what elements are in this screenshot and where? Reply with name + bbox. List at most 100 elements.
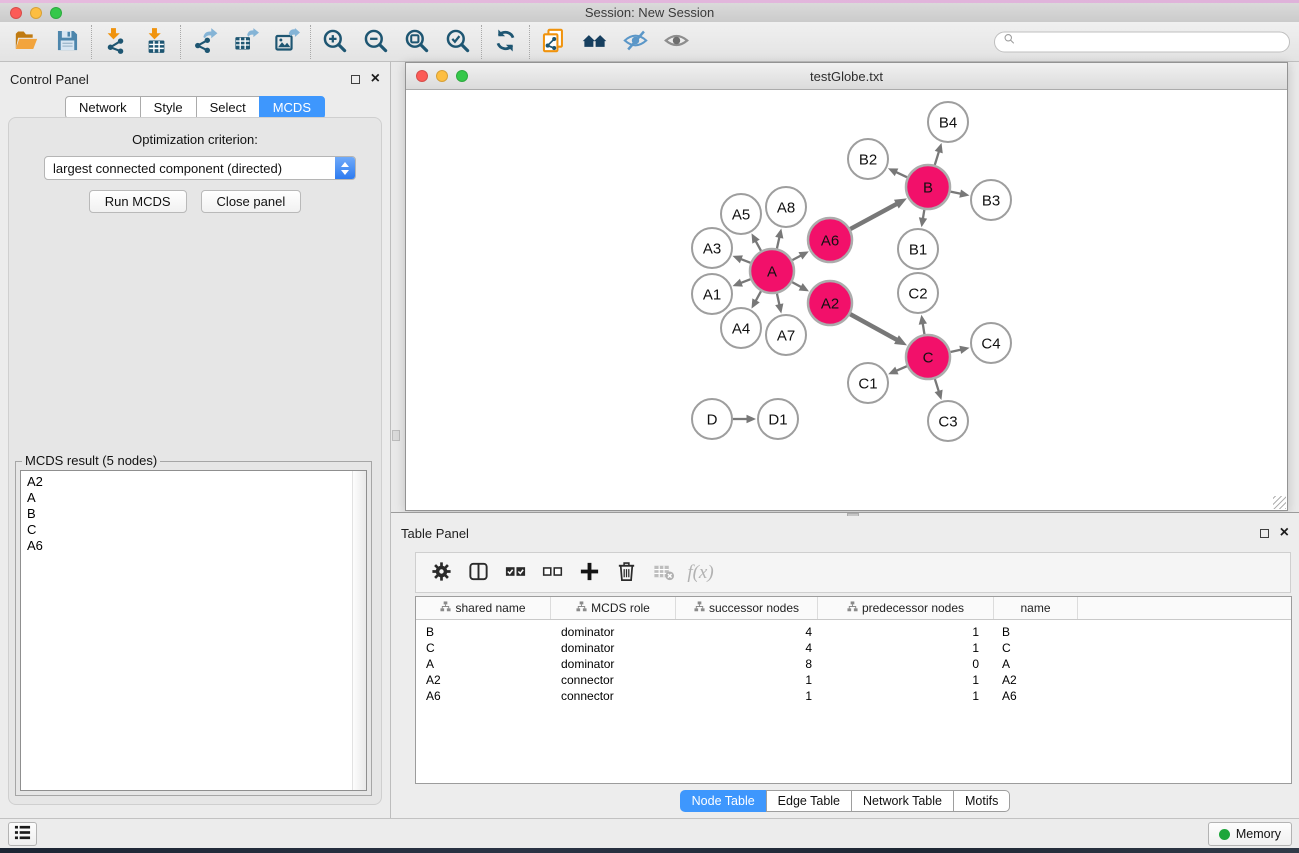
graph-edge[interactable] [888, 168, 907, 177]
mcds-result-item[interactable]: A6 [21, 538, 366, 554]
tab-style[interactable]: Style [140, 96, 197, 119]
clone-network-button[interactable] [533, 25, 574, 59]
table-row[interactable]: Bdominator41B [416, 624, 1291, 640]
float-panel-icon[interactable] [351, 75, 360, 84]
window-resize-grip[interactable] [1273, 496, 1286, 509]
minimize-view-button[interactable] [436, 70, 448, 82]
graph-node[interactable]: B1 [898, 229, 938, 269]
desktop-scroll-grip[interactable] [392, 430, 400, 441]
hide-details-button[interactable] [615, 25, 656, 59]
export-network-button[interactable] [184, 25, 225, 59]
zoom-fit-button[interactable] [396, 25, 437, 59]
graph-node[interactable]: A2 [808, 281, 852, 325]
add-column-button[interactable] [574, 557, 605, 589]
graph-edge[interactable] [752, 291, 762, 308]
tab-select[interactable]: Select [196, 96, 260, 119]
graph-edge[interactable] [752, 233, 762, 250]
graph-node[interactable]: C [906, 335, 950, 379]
import-table-button[interactable] [136, 25, 177, 59]
zoom-view-button[interactable] [456, 70, 468, 82]
search-box[interactable] [994, 31, 1290, 52]
refresh-view-button[interactable] [485, 25, 526, 59]
graph-edge[interactable] [792, 251, 809, 260]
tab-network-table[interactable]: Network Table [851, 790, 954, 812]
graph-node[interactable]: D1 [758, 399, 798, 439]
graph-edge[interactable] [919, 315, 927, 335]
graph-node[interactable]: B4 [928, 102, 968, 142]
graph-edge[interactable] [951, 190, 970, 198]
list-scrollbar[interactable] [352, 471, 366, 790]
save-session-button[interactable] [47, 25, 88, 59]
graph-edge[interactable] [733, 415, 756, 423]
graph-edge[interactable] [935, 379, 943, 400]
mcds-result-item[interactable]: A2 [21, 474, 366, 490]
close-view-button[interactable] [416, 70, 428, 82]
export-table-button[interactable] [225, 25, 266, 59]
home-view-button[interactable] [574, 25, 615, 59]
graph-node[interactable]: D [692, 399, 732, 439]
float-table-panel-icon[interactable] [1260, 529, 1269, 538]
close-panel-button[interactable]: Close panel [201, 190, 302, 213]
network-window-titlebar[interactable]: testGlobe.txt [406, 63, 1287, 90]
zoom-selected-button[interactable] [437, 25, 478, 59]
graph-node[interactable]: A6 [808, 218, 852, 262]
table-row[interactable]: Adominator80A [416, 656, 1291, 672]
graph-edge[interactable] [888, 366, 907, 374]
delete-columns-button[interactable] [611, 557, 642, 589]
graph-edge[interactable] [775, 228, 783, 248]
table-row[interactable]: A6connector11A6 [416, 688, 1291, 704]
zoom-in-button[interactable] [314, 25, 355, 59]
column-header-MCDS-role[interactable]: MCDS role [551, 597, 676, 619]
zoom-out-button[interactable] [355, 25, 396, 59]
zoom-window-button[interactable] [50, 7, 62, 19]
graph-edge[interactable] [950, 346, 969, 354]
column-header-shared-name[interactable]: shared name [416, 597, 551, 619]
graph-edge[interactable] [850, 198, 907, 229]
graph-node[interactable]: A4 [721, 308, 761, 348]
graph-node[interactable]: A3 [692, 228, 732, 268]
task-history-button[interactable] [8, 822, 37, 846]
show-details-button[interactable] [656, 25, 697, 59]
export-image-button[interactable] [266, 25, 307, 59]
graph-node[interactable]: B2 [848, 139, 888, 179]
graph-edge[interactable] [733, 255, 751, 263]
close-panel-icon[interactable]: × [371, 74, 380, 84]
graph-node[interactable]: A1 [692, 274, 732, 314]
close-window-button[interactable] [10, 7, 22, 19]
graph-node[interactable]: A7 [766, 315, 806, 355]
deselect-all-rows-button[interactable] [537, 557, 568, 589]
table-row[interactable]: Cdominator41C [416, 640, 1291, 656]
network-canvas-area[interactable]: B4B2BB3A8A5A6B1A3AC2A1A2A4A7C4CC1C3DD1 [406, 90, 1287, 510]
graph-edge[interactable] [919, 210, 927, 228]
graph-node[interactable]: C2 [898, 273, 938, 313]
graph-node[interactable]: A5 [721, 194, 761, 234]
graph-edge[interactable] [792, 282, 809, 291]
tab-mcds[interactable]: MCDS [259, 96, 325, 119]
select-all-rows-button[interactable] [500, 557, 531, 589]
run-mcds-button[interactable]: Run MCDS [89, 190, 187, 213]
graph-edge[interactable] [850, 314, 907, 345]
graph-node[interactable]: C1 [848, 363, 888, 403]
mcds-result-item[interactable]: A [21, 490, 366, 506]
graph-node[interactable]: B [906, 165, 950, 209]
open-session-button[interactable] [6, 25, 47, 59]
graph-edge[interactable] [935, 143, 943, 165]
column-header-successor-nodes[interactable]: successor nodes [676, 597, 818, 619]
tab-edge-table[interactable]: Edge Table [766, 790, 852, 812]
column-header-predecessor-nodes[interactable]: predecessor nodes [818, 597, 994, 619]
show-columns-button[interactable] [463, 557, 494, 589]
tab-node-table[interactable]: Node Table [680, 790, 767, 812]
memory-button[interactable]: Memory [1208, 822, 1292, 846]
close-table-panel-icon[interactable]: × [1280, 528, 1289, 538]
graph-node[interactable]: A [750, 249, 794, 293]
column-header-name[interactable]: name [994, 597, 1078, 619]
graph-edge[interactable] [733, 279, 751, 287]
table-row[interactable]: A2connector11A2 [416, 672, 1291, 688]
search-input[interactable] [1022, 34, 1281, 50]
import-network-button[interactable] [95, 25, 136, 59]
graph-node[interactable]: C4 [971, 323, 1011, 363]
minimize-window-button[interactable] [30, 7, 42, 19]
mcds-result-item[interactable]: B [21, 506, 366, 522]
tab-motifs[interactable]: Motifs [953, 790, 1010, 812]
tab-network[interactable]: Network [65, 96, 141, 119]
